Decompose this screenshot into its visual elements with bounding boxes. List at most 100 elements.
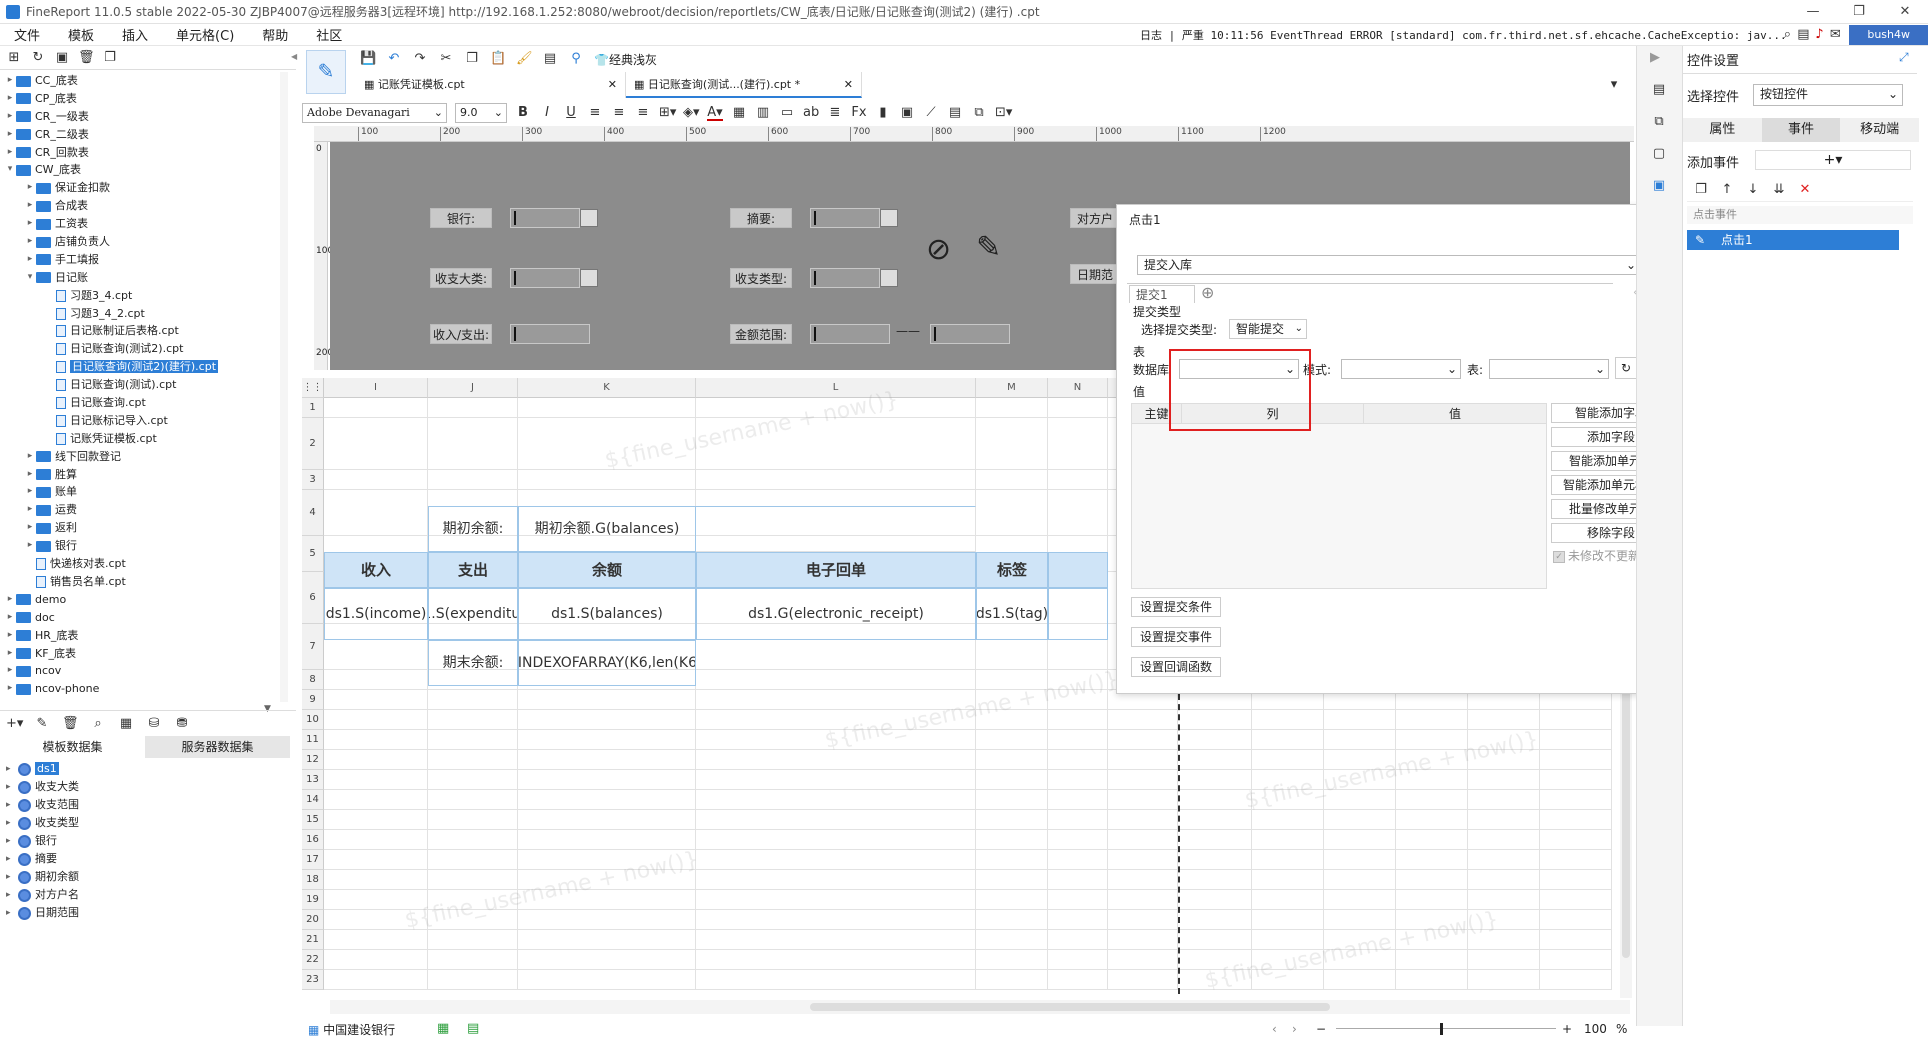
dataset-table-icon[interactable]: ▦ <box>118 716 134 732</box>
move-up-icon[interactable]: ↑ <box>1719 182 1735 198</box>
tree-folder[interactable]: ▸ KF_底表 <box>0 645 290 663</box>
grid-cell[interactable] <box>1324 890 1396 910</box>
grid-cell[interactable] <box>1048 790 1108 810</box>
widget-settings-icon[interactable]: ▣ <box>1651 178 1667 194</box>
grid-cell[interactable] <box>1252 790 1324 810</box>
date-range-label[interactable]: 日期范 <box>1070 264 1120 284</box>
row-header[interactable]: 14 <box>302 790 324 810</box>
grid-cell[interactable] <box>518 970 696 990</box>
grid-cell[interactable] <box>324 490 428 536</box>
zoom-in-button[interactable]: + <box>1562 1022 1572 1036</box>
grid-cell[interactable] <box>1252 770 1324 790</box>
grid-cell[interactable] <box>1178 930 1252 950</box>
header-income[interactable]: 收入 <box>324 552 428 588</box>
grid-cell[interactable] <box>1468 950 1540 970</box>
grid-cell[interactable] <box>1108 890 1178 910</box>
row-header[interactable]: 19 <box>302 890 324 910</box>
tree-folder[interactable]: ▸ 线下回款登记 <box>0 448 290 466</box>
grid-cell[interactable] <box>518 870 696 890</box>
grid-cell[interactable] <box>324 950 428 970</box>
grid-cell[interactable] <box>428 470 518 490</box>
grid-cell[interactable] <box>518 398 696 418</box>
row-header[interactable]: 8 <box>302 670 324 690</box>
chevron-right-icon[interactable]: ▸ <box>6 778 11 796</box>
dropdown-icon[interactable] <box>880 269 898 287</box>
amount-min-input[interactable] <box>810 324 890 344</box>
submit-type-select[interactable]: 智能提交 ⌄ <box>1229 319 1307 339</box>
tree-folder[interactable]: ▸ 返利 <box>0 519 290 537</box>
chevron-right-icon[interactable]: ▸ <box>24 483 36 501</box>
grid-cell[interactable] <box>1108 770 1178 790</box>
dataset-item[interactable]: ▸ 收支范围 <box>0 796 290 814</box>
grid-cell[interactable] <box>1540 830 1612 850</box>
grid-cell[interactable] <box>1468 750 1540 770</box>
grid-cell[interactable] <box>428 970 518 990</box>
row-header[interactable]: 20 <box>302 910 324 930</box>
grid-cell[interactable] <box>1468 790 1540 810</box>
underline-button[interactable]: U <box>563 105 579 121</box>
refresh-icon[interactable]: ↻ <box>1615 357 1637 379</box>
summary-combo[interactable] <box>810 208 880 228</box>
grid-cell[interactable] <box>324 710 428 730</box>
grid-cell[interactable] <box>1108 970 1178 990</box>
grid-cell[interactable] <box>1048 710 1108 730</box>
grid-cell[interactable] <box>1178 790 1252 810</box>
tree-folder[interactable]: ▸ CR_回款表 <box>0 144 290 162</box>
grid-cell[interactable] <box>696 930 976 950</box>
tree-file[interactable]: 日记账查询(测试2)(建行).cpt <box>0 358 290 376</box>
menu-community[interactable]: 社区 <box>302 25 356 44</box>
grid-cell[interactable] <box>1324 970 1396 990</box>
paste-icon[interactable]: 📋 <box>490 51 506 67</box>
grid-cell[interactable] <box>1324 930 1396 950</box>
grid-cell[interactable] <box>1396 810 1468 830</box>
grid-cell[interactable] <box>1048 810 1108 830</box>
grid-cell[interactable] <box>1252 870 1324 890</box>
grid-cell[interactable] <box>518 470 696 490</box>
grid-cell[interactable] <box>1540 730 1612 750</box>
tree-folder[interactable]: ▸ 胜算 <box>0 466 290 484</box>
grid-cell[interactable] <box>976 830 1048 850</box>
menu-cell[interactable]: 单元格(C) <box>162 25 248 44</box>
grid-cell[interactable] <box>1540 750 1612 770</box>
grid-cell[interactable] <box>1048 930 1108 950</box>
grid-cell[interactable] <box>1324 710 1396 730</box>
col-header-n[interactable]: N <box>1048 378 1108 398</box>
grid-cell[interactable] <box>976 870 1048 890</box>
opening-balance-label[interactable]: 期初余额: <box>428 506 518 552</box>
grid-cell[interactable] <box>1178 850 1252 870</box>
align-right-icon[interactable]: ≡ <box>635 105 651 121</box>
tree-file[interactable]: 日记账制证后表格.cpt <box>0 322 290 340</box>
grid-cell[interactable] <box>324 398 428 418</box>
grid-cell[interactable] <box>518 950 696 970</box>
row-header[interactable]: 7 <box>302 624 324 670</box>
event-item-click1[interactable]: ✎ 点击1 <box>1687 230 1899 250</box>
minimize-button[interactable]: — <box>1790 0 1836 24</box>
grid-cell[interactable] <box>1468 770 1540 790</box>
border-icon[interactable]: ⊞▾ <box>659 105 676 121</box>
grid-cell[interactable] <box>1048 418 1108 470</box>
grid-cell[interactable] <box>1396 870 1468 890</box>
header-balance[interactable]: 余额 <box>518 552 696 588</box>
grid-cell[interactable] <box>1468 890 1540 910</box>
new-folder-icon[interactable]: ⊞ <box>6 50 22 66</box>
grid-cell[interactable] <box>1540 710 1612 730</box>
tree-folder[interactable]: ▸ ncov <box>0 662 290 680</box>
tab-journal-query[interactable]: ▦ 日记账查询(测试...(建行).cpt * ✕ <box>626 72 862 98</box>
dropdown-icon[interactable] <box>580 209 598 227</box>
grid-cell[interactable] <box>1252 910 1324 930</box>
row-header[interactable]: 10 <box>302 710 324 730</box>
grid-cell[interactable] <box>324 830 428 850</box>
next-sheet-icon[interactable]: › <box>1292 1022 1297 1036</box>
menu-template[interactable]: 模板 <box>54 25 108 44</box>
chevron-right-icon[interactable]: ▸ <box>4 627 16 645</box>
menu-file[interactable]: 文件 <box>0 25 54 44</box>
col-header-l[interactable]: L <box>696 378 976 398</box>
grid-cell[interactable] <box>1540 770 1612 790</box>
zoom-slider[interactable] <box>1336 1028 1556 1029</box>
split-cells-icon[interactable]: ▥ <box>755 105 771 121</box>
grid-cell[interactable] <box>1468 810 1540 830</box>
grid-cell[interactable] <box>324 418 428 470</box>
edit-icon[interactable]: ✎ <box>34 716 50 732</box>
grid-cell[interactable] <box>324 730 428 750</box>
grid-cell[interactable] <box>976 770 1048 790</box>
